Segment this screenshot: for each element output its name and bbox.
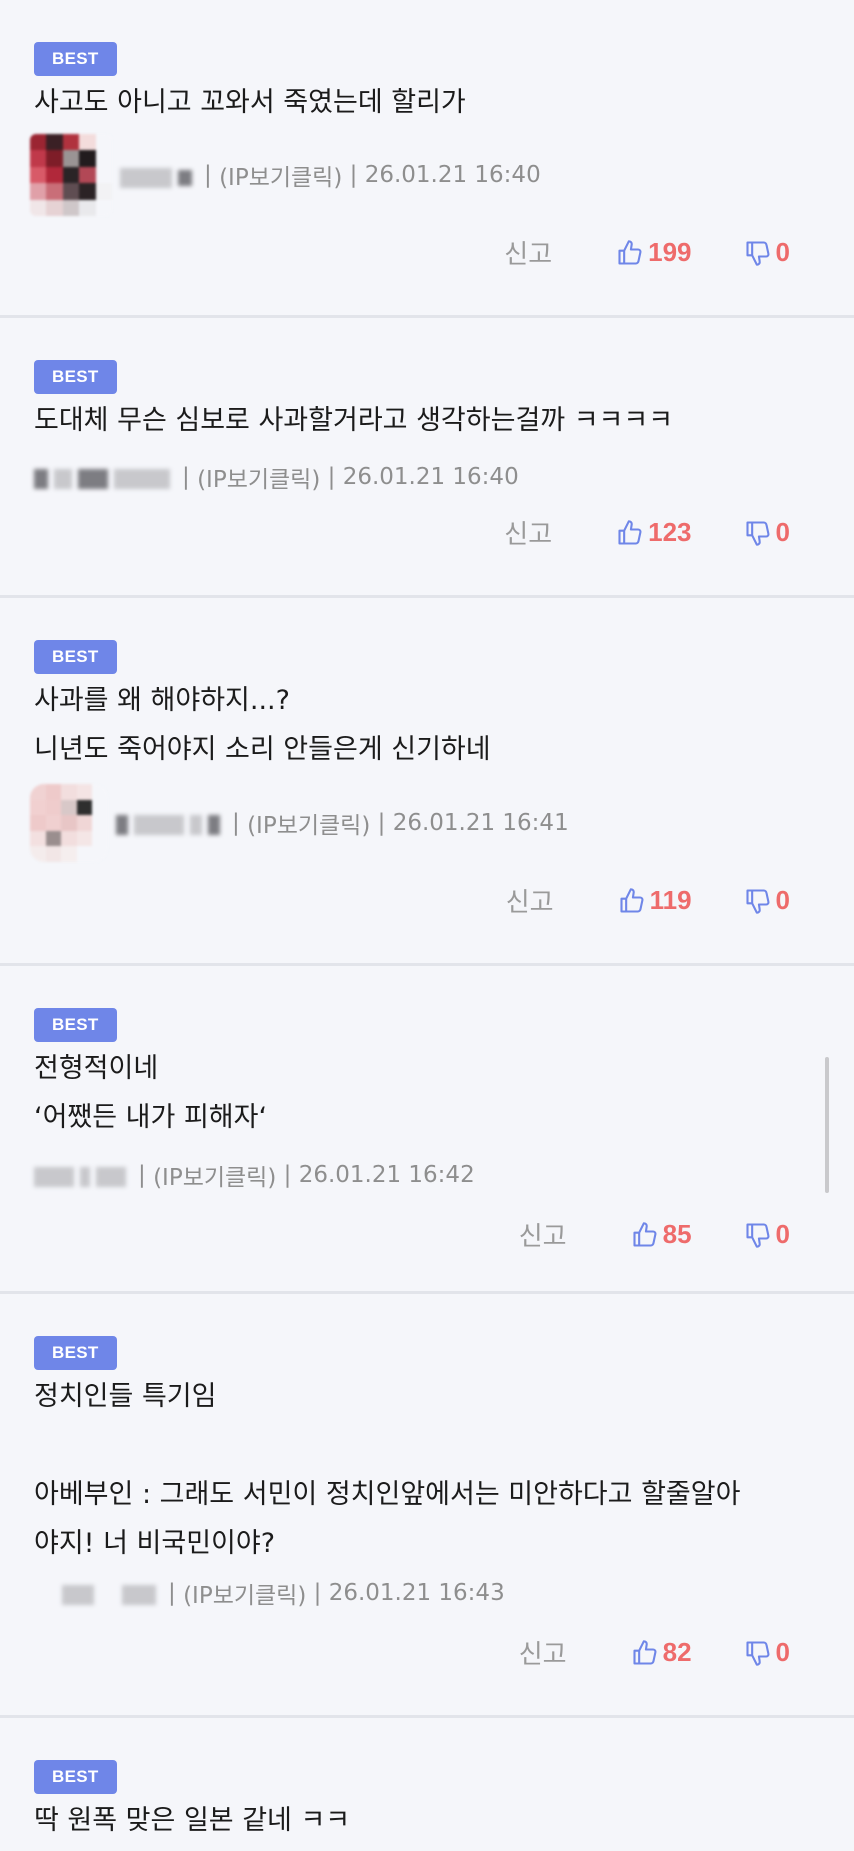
comment-card: BEST 사과를 왜 해야하지...? 니년도 죽어야지 소리 안들은게 신기하… bbox=[0, 598, 854, 966]
timestamp: 26.01.21 16:40 bbox=[342, 464, 519, 490]
comment-meta: | (IP보기클릭) | 26.01.21 16:40 bbox=[34, 460, 519, 494]
comment-actions: 신고 85 0 bbox=[519, 1216, 790, 1253]
ip-link[interactable]: (IP보기클릭) bbox=[219, 158, 342, 192]
comment-meta: | (IP보기클릭) | 26.01.21 16:43 bbox=[34, 1576, 505, 1610]
comment-card: BEST 딱 원폭 맞은 일본 같네 ㅋㅋ bbox=[0, 1718, 854, 1851]
comment-text: 아베부인 : 그래도 서민이 정치인앞에서는 미안하다고 할줄알아 bbox=[34, 1479, 741, 1510]
nickname-redacted[interactable] bbox=[120, 164, 198, 192]
thumbs-down-icon bbox=[745, 1222, 770, 1248]
dislike-count: 0 bbox=[775, 1219, 790, 1249]
report-button[interactable]: 신고 bbox=[504, 234, 552, 271]
thumbs-up-icon bbox=[633, 1221, 657, 1247]
comment-card: BEST 도대체 무슨 심보로 사과할거라고 생각하는걸까 ㅋㅋㅋㅋ | (IP… bbox=[0, 318, 854, 598]
comment-actions: 신고 119 0 bbox=[506, 882, 790, 919]
thumbs-up-icon bbox=[620, 887, 644, 913]
comment-meta: | (IP보기클릭) | 26.01.21 16:42 bbox=[34, 1158, 475, 1192]
comment-card: BEST 정치인들 특기임 아베부인 : 그래도 서민이 정치인앞에서는 미안하… bbox=[0, 1294, 854, 1718]
timestamp: 26.01.21 16:41 bbox=[392, 810, 569, 836]
comment-text: 도대체 무슨 심보로 사과할거라고 생각하는걸까 ㅋㅋㅋㅋ bbox=[34, 405, 674, 436]
meta-separator: | bbox=[232, 810, 248, 836]
timestamp: 26.01.21 16:42 bbox=[298, 1162, 475, 1188]
dislike-button[interactable]: 0 bbox=[744, 1219, 790, 1250]
comment-text: 니년도 죽어야지 소리 안들은게 신기하네 bbox=[34, 734, 491, 765]
nickname-redacted[interactable] bbox=[116, 811, 226, 839]
like-button[interactable]: 119 bbox=[618, 885, 692, 916]
comment-text: 전형적이네 bbox=[34, 1053, 159, 1084]
thumbs-up-icon bbox=[633, 1639, 657, 1665]
thumbs-up-icon bbox=[618, 519, 642, 545]
comment-card: BEST 사고도 아니고 꼬와서 죽였는데 할리가 | (IP보기클릭) | 2… bbox=[0, 0, 854, 318]
thumbs-up-icon bbox=[618, 239, 642, 265]
comment-text: 사고도 아니고 꼬와서 죽였는데 할리가 bbox=[34, 87, 466, 118]
comment-text: ‘어쨌든 내가 피해자‘ bbox=[34, 1102, 268, 1133]
nickname-redacted[interactable] bbox=[34, 465, 176, 493]
best-badge: BEST bbox=[34, 1008, 117, 1042]
dislike-count: 0 bbox=[775, 237, 790, 267]
best-badge: BEST bbox=[34, 42, 117, 76]
ip-link[interactable]: (IP보기클릭) bbox=[197, 460, 320, 494]
comment-text bbox=[34, 1421, 740, 1470]
comment-meta: | (IP보기클릭) | 26.01.21 16:41 bbox=[30, 784, 569, 862]
like-count: 123 bbox=[648, 517, 692, 547]
comment-text: 야지! 너 비국민이야? bbox=[34, 1528, 276, 1559]
scrollbar[interactable] bbox=[825, 1057, 829, 1193]
dislike-count: 0 bbox=[775, 1637, 790, 1667]
dislike-count: 0 bbox=[775, 517, 790, 547]
comment-text: 사과를 왜 해야하지...? bbox=[34, 685, 290, 716]
dislike-count: 0 bbox=[775, 885, 790, 915]
comment-text: 정치인들 특기임 bbox=[34, 1381, 217, 1412]
best-badge: BEST bbox=[34, 1760, 117, 1794]
comment-actions: 신고 123 0 bbox=[504, 514, 790, 551]
like-count: 82 bbox=[662, 1637, 692, 1667]
like-button[interactable]: 82 bbox=[631, 1637, 692, 1668]
comment-text: 딱 원폭 맞은 일본 같네 ㅋㅋ bbox=[34, 1805, 351, 1836]
timestamp: 26.01.21 16:40 bbox=[364, 162, 541, 188]
like-count: 199 bbox=[648, 237, 692, 267]
like-button[interactable]: 85 bbox=[631, 1219, 692, 1250]
dislike-button[interactable]: 0 bbox=[744, 1637, 790, 1668]
avatar[interactable] bbox=[30, 784, 108, 862]
ip-link[interactable]: (IP보기클릭) bbox=[153, 1158, 276, 1192]
ip-link[interactable]: (IP보기클릭) bbox=[183, 1576, 306, 1610]
meta-separator: | bbox=[306, 1580, 329, 1606]
meta-separator: | bbox=[138, 1162, 154, 1188]
meta-separator: | bbox=[276, 1162, 299, 1188]
like-button[interactable]: 123 bbox=[616, 517, 692, 548]
nickname-redacted[interactable] bbox=[62, 1581, 162, 1609]
meta-separator: | bbox=[168, 1580, 184, 1606]
report-button[interactable]: 신고 bbox=[519, 1216, 567, 1253]
meta-separator: | bbox=[342, 162, 365, 188]
dislike-button[interactable]: 0 bbox=[744, 517, 790, 548]
comment-card: BEST 전형적이네 ‘어쨌든 내가 피해자‘ | (IP보기클릭) | 26.… bbox=[0, 966, 854, 1294]
thumbs-down-icon bbox=[745, 520, 770, 546]
like-count: 85 bbox=[662, 1219, 692, 1249]
report-button[interactable]: 신고 bbox=[504, 514, 552, 551]
ip-link[interactable]: (IP보기클릭) bbox=[247, 806, 370, 840]
avatar[interactable] bbox=[30, 134, 112, 216]
thumbs-down-icon bbox=[745, 240, 770, 266]
comment-meta: | (IP보기클릭) | 26.01.21 16:40 bbox=[30, 134, 541, 216]
best-badge: BEST bbox=[34, 360, 117, 394]
meta-separator: | bbox=[370, 810, 393, 836]
meta-separator: | bbox=[182, 464, 198, 490]
report-button[interactable]: 신고 bbox=[506, 882, 554, 919]
thumbs-down-icon bbox=[745, 1640, 770, 1666]
meta-separator: | bbox=[320, 464, 343, 490]
like-button[interactable]: 199 bbox=[616, 237, 692, 268]
meta-separator: | bbox=[204, 162, 220, 188]
comment-actions: 신고 82 0 bbox=[519, 1634, 790, 1671]
best-badge: BEST bbox=[34, 640, 117, 674]
nickname-redacted[interactable] bbox=[34, 1163, 132, 1191]
thumbs-down-icon bbox=[745, 888, 770, 914]
timestamp: 26.01.21 16:43 bbox=[328, 1580, 505, 1606]
report-button[interactable]: 신고 bbox=[519, 1634, 567, 1671]
dislike-button[interactable]: 0 bbox=[744, 885, 790, 916]
like-count: 119 bbox=[649, 885, 692, 915]
comment-actions: 신고 199 0 bbox=[504, 234, 790, 271]
best-badge: BEST bbox=[34, 1336, 117, 1370]
dislike-button[interactable]: 0 bbox=[744, 237, 790, 268]
